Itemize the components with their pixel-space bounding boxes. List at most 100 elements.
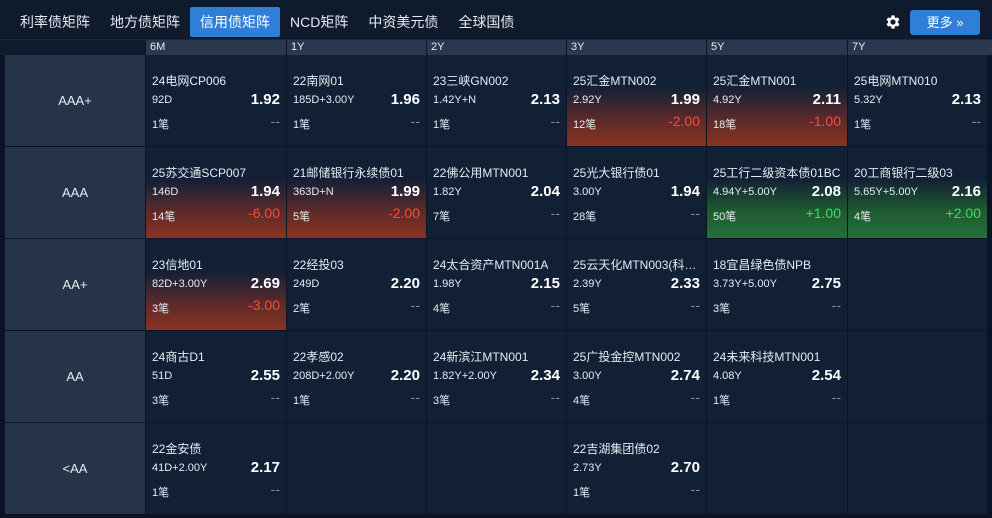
yield-change: +2.00 bbox=[945, 205, 981, 221]
trade-count: 1笔 bbox=[152, 487, 170, 499]
bond-name: 25光大银行债01 bbox=[573, 166, 660, 180]
bond-yield: 1.96 bbox=[390, 91, 420, 108]
bond-yield: 1.99 bbox=[390, 183, 420, 200]
column-header-3y: 3Y bbox=[566, 40, 706, 55]
empty-cell bbox=[847, 239, 987, 331]
bond-cell[interactable]: 23信地01 82D+3.00Y 2.69 3笔 -3.00 bbox=[145, 239, 286, 331]
bond-cell[interactable]: 25电网MTN010 5.32Y 2.13 1笔 -- bbox=[847, 55, 987, 147]
bond-term: 208D+2.00Y bbox=[293, 370, 355, 382]
bond-yield: 2.55 bbox=[250, 367, 280, 384]
tab-global-treasury[interactable]: 全球国债 bbox=[448, 7, 524, 37]
tab-ncd-matrix[interactable]: NCD矩阵 bbox=[280, 7, 358, 37]
yield-change: -- bbox=[831, 389, 841, 405]
bond-term: 146D bbox=[152, 186, 179, 198]
bond-name: 25广投金控MTN002 bbox=[573, 350, 681, 364]
bond-yield: 2.13 bbox=[951, 91, 981, 108]
bond-name: 21邮储银行永续债01 bbox=[293, 166, 404, 180]
bond-cell[interactable]: 25苏交通SCP007 146D 1.94 14笔 -6.00 bbox=[145, 147, 286, 239]
yield-change: -- bbox=[690, 205, 700, 221]
gear-icon[interactable] bbox=[884, 13, 902, 31]
bond-term: 92D bbox=[152, 94, 173, 106]
empty-cell bbox=[426, 423, 566, 515]
yield-change: -2.00 bbox=[668, 113, 700, 129]
bond-yield: 2.70 bbox=[670, 459, 700, 476]
trade-count: 50笔 bbox=[713, 211, 737, 223]
bond-cell[interactable]: 25云天化MTN003(科… 2.39Y 2.33 5笔 -- bbox=[566, 239, 706, 331]
trade-count: 5笔 bbox=[293, 211, 311, 223]
bond-yield: 2.20 bbox=[390, 275, 420, 292]
tab-local-bond-matrix[interactable]: 地方债矩阵 bbox=[100, 7, 190, 37]
bond-name: 22金安债 bbox=[152, 442, 202, 456]
bond-name: 25电网MTN010 bbox=[854, 74, 938, 88]
bond-name: 22吉湖集团债02 bbox=[573, 442, 660, 456]
trade-count: 1笔 bbox=[152, 119, 170, 131]
yield-change: -- bbox=[831, 297, 841, 313]
row-label-aa: AA bbox=[5, 331, 145, 423]
bond-cell[interactable]: 22吉湖集团债02 2.73Y 2.70 1笔 -- bbox=[566, 423, 706, 515]
yield-change: -- bbox=[410, 297, 420, 313]
bond-cell[interactable]: 22孝感02 208D+2.00Y 2.20 1笔 -- bbox=[286, 331, 426, 423]
row-label-below-aa: <AA bbox=[5, 423, 145, 515]
bond-name: 22经投03 bbox=[293, 258, 344, 272]
bond-cell[interactable]: 24未来科技MTN001 4.08Y 2.54 1笔 -- bbox=[706, 331, 847, 423]
bond-yield: 2.33 bbox=[670, 275, 700, 292]
bond-name: 25汇金MTN002 bbox=[573, 74, 657, 88]
more-button[interactable]: 更多 » bbox=[910, 10, 980, 35]
tab-rate-bond-matrix[interactable]: 利率债矩阵 bbox=[10, 7, 100, 37]
bond-yield: 2.04 bbox=[530, 183, 560, 200]
bond-yield: 2.54 bbox=[811, 367, 841, 384]
bond-yield: 2.34 bbox=[530, 367, 560, 384]
bond-term: 3.73Y+5.00Y bbox=[713, 278, 777, 290]
bond-yield: 2.74 bbox=[670, 367, 700, 384]
bond-cell[interactable]: 24商古D1 51D 2.55 3笔 -- bbox=[145, 331, 286, 423]
trade-count: 28笔 bbox=[573, 211, 597, 223]
trade-count: 18笔 bbox=[713, 119, 737, 131]
trade-count: 7笔 bbox=[433, 211, 451, 223]
bond-yield: 1.99 bbox=[670, 91, 700, 108]
bond-name: 25苏交通SCP007 bbox=[152, 166, 247, 180]
bond-cell[interactable]: 24太合资产MTN001A 1.98Y 2.15 4笔 -- bbox=[426, 239, 566, 331]
bond-cell[interactable]: 20工商银行二级03 5.65Y+5.00Y 2.16 4笔 +2.00 bbox=[847, 147, 987, 239]
bond-cell[interactable]: 22金安债 41D+2.00Y 2.17 1笔 -- bbox=[145, 423, 286, 515]
bond-term: 5.32Y bbox=[854, 94, 883, 106]
bond-term: 1.82Y bbox=[433, 186, 462, 198]
bond-term: 41D+2.00Y bbox=[152, 462, 208, 474]
bond-cell[interactable]: 25光大银行债01 3.00Y 1.94 28笔 -- bbox=[566, 147, 706, 239]
yield-change: -6.00 bbox=[248, 205, 280, 221]
yield-change: -- bbox=[690, 481, 700, 497]
bond-yield: 2.08 bbox=[811, 183, 841, 200]
bond-cell[interactable]: 25广投金控MTN002 3.00Y 2.74 4笔 -- bbox=[566, 331, 706, 423]
bond-term: 2.92Y bbox=[573, 94, 602, 106]
bond-yield: 1.94 bbox=[670, 183, 700, 200]
bond-cell[interactable]: 24新滨江MTN001 1.82Y+2.00Y 2.34 3笔 -- bbox=[426, 331, 566, 423]
bond-term: 1.98Y bbox=[433, 278, 462, 290]
bond-cell[interactable]: 25工行二级资本债01BC 4.94Y+5.00Y 2.08 50笔 +1.00 bbox=[706, 147, 847, 239]
bond-yield: 2.75 bbox=[811, 275, 841, 292]
tab-credit-bond-matrix[interactable]: 信用债矩阵 bbox=[190, 7, 280, 37]
trade-count: 14笔 bbox=[152, 211, 176, 223]
bond-cell[interactable]: 18宜昌绿色债NPB 3.73Y+5.00Y 2.75 3笔 -- bbox=[706, 239, 847, 331]
column-header-5y: 5Y bbox=[706, 40, 847, 55]
bond-name: 24商古D1 bbox=[152, 350, 205, 364]
trade-count: 1笔 bbox=[433, 119, 451, 131]
tab-chinese-usd-bond[interactable]: 中资美元债 bbox=[358, 7, 448, 37]
yield-change: -- bbox=[690, 297, 700, 313]
bond-cell[interactable]: 24电网CP006 92D 1.92 1笔 -- bbox=[145, 55, 286, 147]
yield-change: -- bbox=[270, 481, 280, 497]
bond-cell[interactable]: 25汇金MTN002 2.92Y 1.99 12笔 -2.00 bbox=[566, 55, 706, 147]
bond-cell[interactable]: 25汇金MTN001 4.92Y 2.11 18笔 -1.00 bbox=[706, 55, 847, 147]
bond-cell[interactable]: 22南网01 185D+3.00Y 1.96 1笔 -- bbox=[286, 55, 426, 147]
bond-name: 22南网01 bbox=[293, 74, 344, 88]
bond-cell[interactable]: 22经投03 249D 2.20 2笔 -- bbox=[286, 239, 426, 331]
trade-count: 3笔 bbox=[152, 303, 170, 315]
trade-count: 3笔 bbox=[152, 395, 170, 407]
bond-term: 4.92Y bbox=[713, 94, 742, 106]
bond-yield: 2.11 bbox=[812, 91, 841, 108]
bond-term: 3.00Y bbox=[573, 186, 602, 198]
column-header-corner bbox=[0, 40, 145, 55]
bond-name: 24电网CP006 bbox=[152, 74, 227, 88]
bond-cell[interactable]: 21邮储银行永续债01 363D+N 1.99 5笔 -2.00 bbox=[286, 147, 426, 239]
bond-cell[interactable]: 23三峡GN002 1.42Y+N 2.13 1笔 -- bbox=[426, 55, 566, 147]
bond-cell[interactable]: 22佛公用MTN001 1.82Y 2.04 7笔 -- bbox=[426, 147, 566, 239]
bond-yield: 2.16 bbox=[951, 183, 981, 200]
